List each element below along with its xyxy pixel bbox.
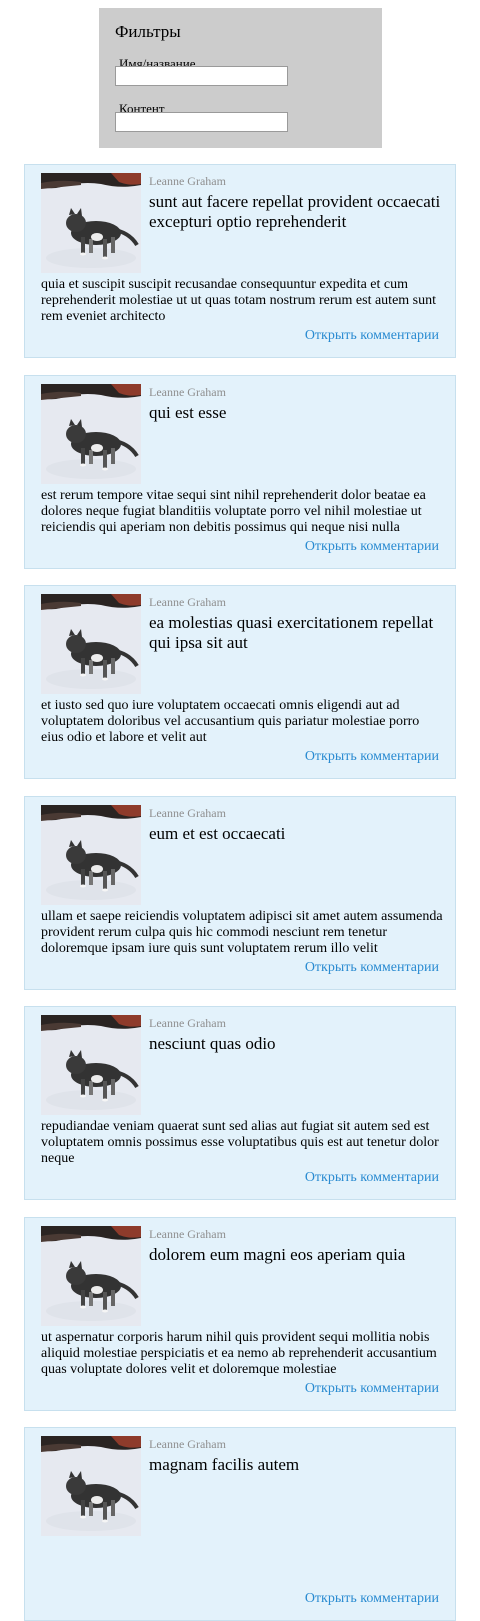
- post-author: Leanne Graham: [149, 805, 226, 820]
- post-card: Leanne Graham dolorem eum magni eos aper…: [24, 1216, 456, 1411]
- open-comments-link[interactable]: Открыть комментарии: [305, 539, 439, 555]
- post-title: eum et est occaecati: [149, 823, 286, 843]
- filters-panel: Фильтры Имя/название Контент: [99, 8, 382, 148]
- filters-title: Фильтры: [115, 22, 181, 41]
- post-body: ullam et saepe reiciendis voluptatem adi…: [41, 908, 443, 956]
- cat-photo-image: [41, 173, 141, 273]
- post-author: Leanne Graham: [149, 384, 226, 399]
- open-comments-link[interactable]: Открыть комментарии: [305, 328, 439, 344]
- post-card: Leanne Graham ea molestias quasi exercit…: [24, 585, 456, 779]
- cat-photo: [41, 1015, 141, 1115]
- post-title: magnam facilis autem: [149, 1455, 300, 1474]
- post-body: quia et suscipit suscipit recusandae con…: [41, 277, 437, 324]
- post-author: Leanne Graham: [149, 1437, 226, 1451]
- cat-photo: [41, 1436, 141, 1536]
- post-author: Leanne Graham: [149, 1016, 226, 1030]
- cat-photo-image: [41, 594, 141, 694]
- cat-photo-image: [41, 383, 141, 484]
- cat-photo-image: [41, 1225, 141, 1326]
- post-body: repudiandae veniam quaerat sunt sed alia…: [41, 1119, 439, 1166]
- post-body: ut aspernatur corporis harum nihil quis …: [41, 1329, 437, 1377]
- cat-photo-image: [41, 1015, 141, 1115]
- cat-photo: [41, 804, 141, 905]
- content-filter-input[interactable]: [115, 112, 288, 132]
- post-title: ea molestias quasi exercitationem repell…: [149, 613, 434, 652]
- post-author: Leanne Graham: [149, 1226, 226, 1241]
- cat-photo: [41, 173, 141, 273]
- post-card: Leanne Graham nesciunt quas odio repudia…: [24, 1006, 456, 1200]
- open-comments-link[interactable]: Открыть комментарии: [305, 1591, 439, 1607]
- cat-photo-image: [41, 804, 141, 905]
- open-comments-link[interactable]: Открыть комментарии: [305, 960, 439, 976]
- open-comments-link[interactable]: Открыть комментарии: [305, 1381, 439, 1397]
- post-body: et iusto sed quo iure voluptatem occaeca…: [41, 698, 420, 745]
- cat-photo: [41, 594, 141, 694]
- cat-photo-image: [41, 1436, 141, 1536]
- name-filter-input[interactable]: [115, 66, 288, 86]
- open-comments-link[interactable]: Открыть комментарии: [305, 749, 439, 765]
- open-comments-link[interactable]: Открыть комментарии: [305, 1170, 439, 1186]
- post-title: nesciunt quas odio: [149, 1034, 276, 1053]
- cat-photo: [41, 1225, 141, 1326]
- post-title: sunt aut facere repellat provident occae…: [149, 192, 441, 231]
- post-author: Leanne Graham: [149, 174, 226, 188]
- post-author: Leanne Graham: [149, 595, 226, 609]
- post-card: Leanne Graham sunt aut facere repellat p…: [24, 164, 456, 358]
- cat-photo: [41, 383, 141, 484]
- post-card: Leanne Graham qui est esse est rerum tem…: [24, 374, 456, 569]
- post-card: Leanne Graham eum et est occaecati ullam…: [24, 795, 456, 990]
- post-title: dolorem eum magni eos aperiam quia: [149, 1244, 406, 1264]
- post-card: Leanne Graham magnam facilis autem Откры…: [24, 1427, 456, 1621]
- post-body: est rerum tempore vitae sequi sint nihil…: [41, 487, 426, 535]
- post-title: qui est esse: [149, 402, 227, 422]
